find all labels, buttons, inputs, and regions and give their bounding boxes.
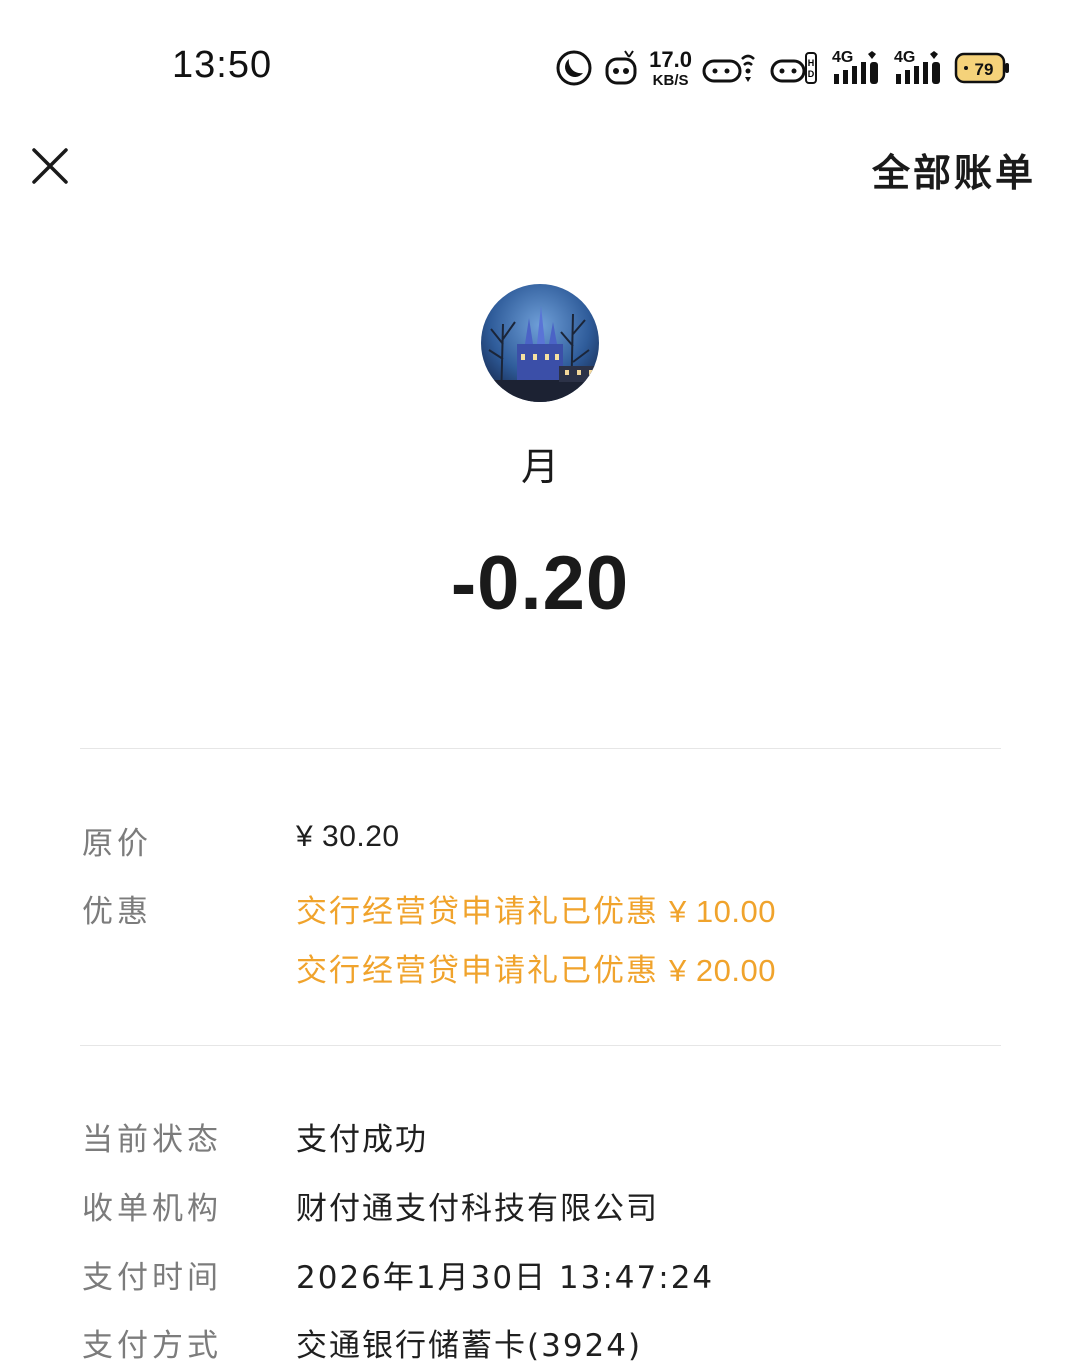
sim2-label: 4G	[894, 49, 915, 66]
discount-amount: ¥ 10.00	[669, 894, 776, 929]
pay-method-value: 交通银行储蓄卡(3924)	[296, 1328, 643, 1364]
close-icon	[32, 148, 68, 184]
all-bills-link[interactable]: 全部账单	[872, 142, 1036, 197]
hd-call-icon: H D	[770, 49, 820, 87]
status-icons: 17.0 KB/S H D 4G 4G 79	[555, 46, 1010, 90]
discount-text: 交行经营贷申请礼已优惠	[296, 894, 659, 930]
signal-icon-2: 4G	[892, 48, 944, 88]
discount-text: 交行经营贷申请礼已优惠	[296, 953, 659, 989]
moon-icon	[555, 49, 593, 87]
acquirer-value: 财付通支付科技有限公司	[296, 1191, 659, 1227]
acquirer-label: 收单机构	[82, 1191, 222, 1227]
payment-amount: -0.20	[450, 541, 630, 626]
discount-label: 优惠	[82, 894, 152, 930]
status-value: 支付成功	[296, 1122, 428, 1158]
signal-icon: 4G	[830, 48, 882, 88]
sim1-label: 4G	[832, 49, 853, 66]
discount-item: 交行经营贷申请礼已优惠 ¥ 20.00	[296, 945, 776, 990]
svg-text:D: D	[808, 69, 815, 79]
divider	[80, 748, 1001, 749]
original-price-label: 原价	[82, 826, 152, 862]
status-label: 当前状态	[82, 1122, 222, 1158]
battery-level: 79	[975, 60, 994, 79]
discount-item: 交行经营贷申请礼已优惠 ¥ 10.00	[296, 886, 776, 931]
wifi-icon	[702, 49, 760, 87]
alarm-icon	[603, 49, 639, 87]
svg-text:H: H	[808, 58, 815, 68]
original-price-value: ¥ 30.20	[296, 820, 400, 853]
merchant-name: 月	[520, 445, 559, 489]
merchant-avatar	[481, 284, 599, 402]
pay-method-label: 支付方式	[82, 1328, 222, 1364]
pay-time-value: 2026年1月30日 13:47:24	[296, 1260, 715, 1296]
battery-icon: 79	[954, 50, 1010, 86]
network-speed-value: 17.0	[649, 46, 692, 72]
pay-time-label: 支付时间	[82, 1260, 222, 1296]
close-button[interactable]	[28, 144, 72, 188]
divider	[80, 1045, 1001, 1046]
network-speed: 17.0 KB/S	[649, 46, 692, 89]
discount-amount: ¥ 20.00	[669, 953, 776, 988]
status-time: 13:50	[172, 44, 273, 86]
network-speed-unit: KB/S	[652, 71, 689, 89]
status-bar: 13:50 17.0 KB/S H D 4G 4G 79	[0, 0, 1080, 130]
